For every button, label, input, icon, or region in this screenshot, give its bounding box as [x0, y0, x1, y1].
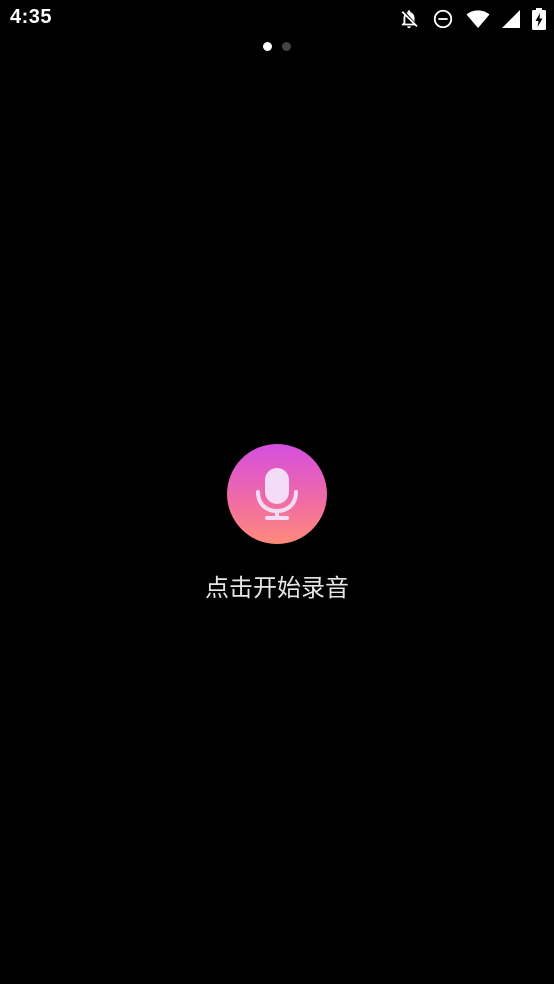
cellular-signal-icon [502, 9, 520, 29]
page-indicator [0, 42, 554, 51]
page-dot [263, 42, 272, 51]
do-not-disturb-icon [432, 8, 454, 30]
microphone-icon [254, 466, 300, 522]
status-time: 4:35 [10, 6, 53, 28]
status-icons [398, 7, 546, 31]
wifi-icon [466, 8, 490, 30]
battery-charging-icon [532, 8, 546, 30]
status-bar: 4:35 [0, 0, 554, 38]
record-button[interactable] [227, 444, 327, 544]
record-label: 点击开始录音 [205, 574, 349, 602]
notifications-off-icon [398, 8, 420, 30]
page-dot [282, 42, 291, 51]
